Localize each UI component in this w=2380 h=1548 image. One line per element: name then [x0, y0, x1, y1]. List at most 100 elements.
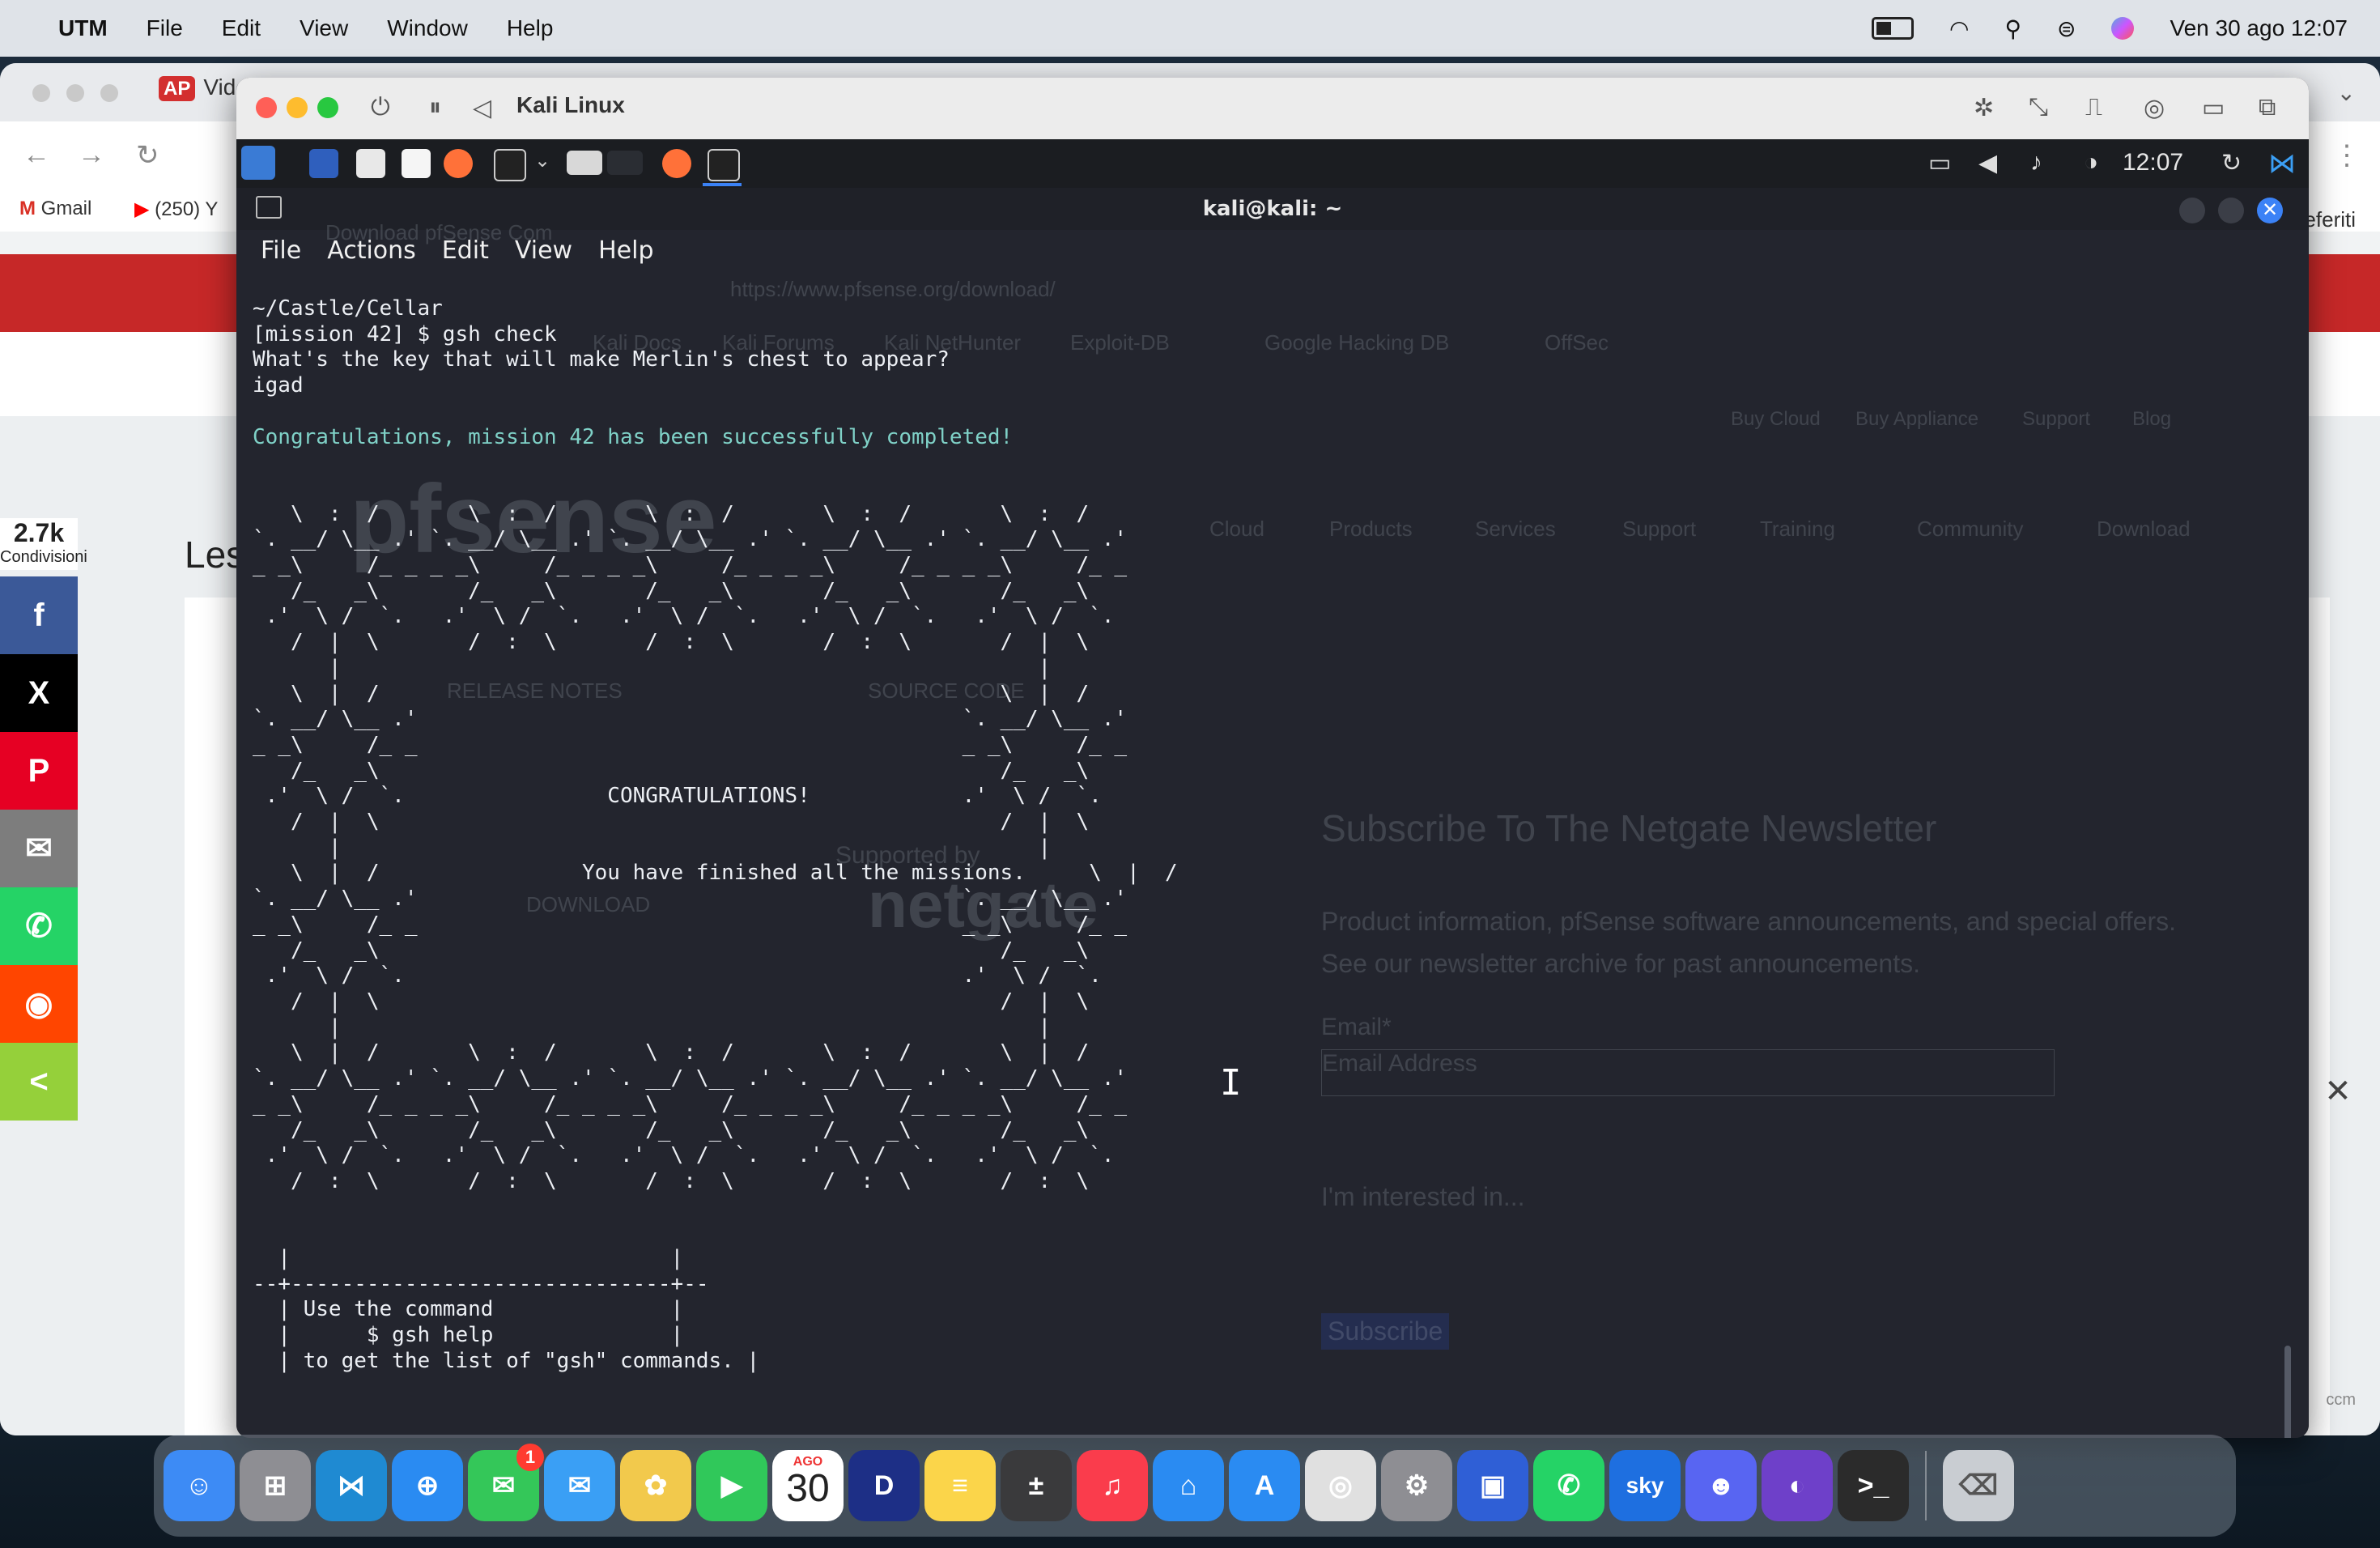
dock-trash-icon[interactable]: ⌫: [1943, 1450, 2014, 1521]
windows-icon[interactable]: ⧉: [2259, 94, 2276, 121]
menu-edit[interactable]: Edit: [222, 15, 261, 41]
dock-calendar-icon[interactable]: AGO 30: [772, 1450, 844, 1521]
bookmarks-other-label[interactable]: eferiti: [2304, 207, 2356, 232]
vscode-tray-icon[interactable]: ⋈: [2268, 147, 2296, 180]
firefox-task-icon[interactable]: [662, 149, 691, 178]
dock-discord-icon[interactable]: ☻: [1685, 1450, 1757, 1521]
terminal-menu-file[interactable]: File: [261, 236, 301, 265]
menu-app-utm[interactable]: UTM: [58, 15, 108, 41]
terminal-maximize-button[interactable]: [2218, 198, 2244, 223]
utm-zoom-button[interactable]: [317, 97, 338, 118]
dock-safari-icon[interactable]: ⊕: [392, 1450, 463, 1521]
workspace-2-icon[interactable]: [607, 151, 643, 175]
volume-icon[interactable]: ◀: [1978, 149, 1997, 177]
workspace-1-icon[interactable]: [567, 151, 602, 175]
share-email-button[interactable]: ✉: [0, 810, 78, 887]
menubar-clock[interactable]: Ven 30 ago 12:07: [2170, 15, 2348, 41]
share-reddit-button[interactable]: ◉: [0, 965, 78, 1043]
dock-disney-plus-icon[interactable]: D: [848, 1450, 920, 1521]
terminal-scrollbar[interactable]: [2284, 1346, 2291, 1438]
dock-music-icon[interactable]: ♫: [1077, 1450, 1148, 1521]
siri-icon[interactable]: [2111, 17, 2135, 40]
file-manager-icon[interactable]: [356, 149, 385, 178]
text-editor-icon[interactable]: [402, 149, 431, 178]
menu-window[interactable]: Window: [387, 15, 468, 41]
terminal-minimize-button[interactable]: [2179, 198, 2205, 223]
dock-mail-icon[interactable]: ✉: [544, 1450, 615, 1521]
menu-file[interactable]: File: [147, 15, 183, 41]
terminal-task-icon[interactable]: [708, 149, 740, 181]
restart-icon[interactable]: ◁: [473, 94, 491, 122]
utm-close-button[interactable]: [256, 97, 277, 118]
share-pinterest-button[interactable]: P: [0, 732, 78, 810]
terminal-menu-actions[interactable]: Actions: [327, 236, 416, 265]
dock-facetime-icon[interactable]: ▶: [696, 1450, 767, 1521]
browser-tab[interactable]: AP Vide: [159, 74, 249, 101]
terminal-close-button[interactable]: ✕: [2257, 198, 2283, 223]
usb-icon[interactable]: ⎍: [2085, 94, 2102, 121]
capture-input-icon[interactable]: ✲: [1974, 94, 1994, 122]
reload-icon[interactable]: ↻: [136, 139, 159, 172]
power-manager-icon[interactable]: ◑: [2084, 149, 2098, 176]
terminal-launcher-chevron-icon[interactable]: ⌄: [534, 149, 550, 172]
dock-terminal-icon[interactable]: >_: [1838, 1450, 1909, 1521]
terminal-window[interactable]: kali@kali: ~ ✕ https://www.pfsense.org/d…: [236, 188, 2309, 1438]
dock-chrome-icon[interactable]: ◎: [1305, 1450, 1376, 1521]
dock-separator: [1925, 1451, 1927, 1520]
dock-launchpad-icon[interactable]: ⊞: [240, 1450, 311, 1521]
tab-search-chevron-icon[interactable]: ⌄: [2337, 79, 2356, 106]
kali-menu-icon[interactable]: [241, 146, 275, 180]
menu-view[interactable]: View: [300, 15, 348, 41]
dock-github-desktop-icon[interactable]: ◐: [1762, 1450, 1833, 1521]
utm-minimize-button[interactable]: [287, 97, 308, 118]
dock-calculator-icon[interactable]: ±: [1001, 1450, 1072, 1521]
dock-whatsapp-icon[interactable]: ✆: [1533, 1450, 1604, 1521]
browser-menu-icon[interactable]: ⋮: [2333, 139, 2361, 172]
terminal-window-icon[interactable]: [256, 196, 282, 219]
dock-system-settings-icon[interactable]: ⚙: [1381, 1450, 1452, 1521]
dock-photos-icon[interactable]: ✿: [620, 1450, 691, 1521]
browser-close-button[interactable]: [32, 84, 50, 102]
bookmark-gmail[interactable]: M Gmail: [19, 198, 91, 220]
pinterest-icon: P: [28, 752, 50, 789]
share-facebook-button[interactable]: f: [0, 576, 78, 654]
power-icon[interactable]: ⏻: [371, 94, 390, 121]
terminal-menu-edit[interactable]: Edit: [442, 236, 489, 265]
terminal-menu-help[interactable]: Help: [598, 236, 653, 265]
firefox-icon[interactable]: [444, 149, 473, 178]
battery-icon[interactable]: [1872, 17, 1915, 40]
terminal-output[interactable]: ~/Castle/Cellar [mission 42] $ gsh check…: [253, 296, 1178, 1375]
menu-help[interactable]: Help: [507, 15, 554, 41]
dock-notes-icon[interactable]: ≡: [924, 1450, 996, 1521]
notifications-bell-icon[interactable]: ♪: [2030, 149, 2042, 176]
dock-app-store-icon[interactable]: A: [1229, 1450, 1300, 1521]
pause-icon[interactable]: ⏸: [429, 94, 441, 121]
spotlight-search-icon[interactable]: ⚲: [2004, 15, 2021, 42]
refresh-session-icon[interactable]: ↻: [2221, 149, 2242, 177]
dock-vscode-icon[interactable]: ⋈: [316, 1450, 387, 1521]
terminal-menu-view[interactable]: View: [515, 236, 572, 265]
browser-minimize-button[interactable]: [66, 84, 84, 102]
browser-zoom-button[interactable]: [100, 84, 118, 102]
dock-keynote-icon[interactable]: ⌂: [1153, 1450, 1224, 1521]
dock-sky-go-icon[interactable]: sky: [1609, 1450, 1681, 1521]
workspace-icon[interactable]: [309, 149, 338, 178]
forward-arrow-icon[interactable]: →: [78, 139, 105, 171]
ad-close-icon[interactable]: ✕: [2314, 1067, 2362, 1116]
shared-folder-icon[interactable]: ▭: [2202, 94, 2225, 122]
control-center-icon[interactable]: ⊜: [2057, 15, 2076, 42]
display-icon[interactable]: ▭: [1928, 149, 1951, 177]
resize-icon[interactable]: ⤡: [2029, 94, 2048, 121]
kali-panel-clock[interactable]: 12:07: [2123, 149, 2183, 176]
share-x-button[interactable]: X: [0, 654, 78, 732]
share-whatsapp-button[interactable]: ✆: [0, 887, 78, 965]
dock-finder-icon[interactable]: ☺: [164, 1450, 235, 1521]
back-arrow-icon[interactable]: ←: [23, 139, 50, 171]
terminal-launcher-icon[interactable]: [494, 149, 526, 181]
dock-messages-icon[interactable]: ✉ 1: [468, 1444, 544, 1521]
share-share-button[interactable]: <: [0, 1043, 78, 1121]
drive-icon[interactable]: ◎: [2144, 94, 2165, 122]
dock-utm-icon[interactable]: ▣: [1457, 1450, 1528, 1521]
wifi-icon[interactable]: ◠: [1949, 15, 1969, 42]
bookmark-youtube[interactable]: ▶ (250) Y: [134, 198, 218, 221]
